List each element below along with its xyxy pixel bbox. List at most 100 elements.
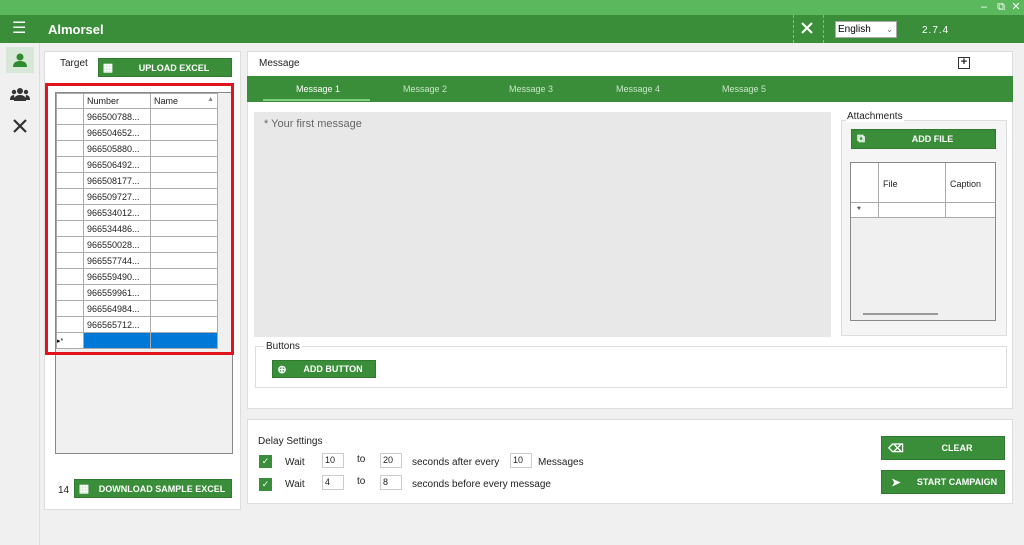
row-header[interactable]: [56, 284, 84, 301]
delay-before-checkbox[interactable]: ✓: [259, 478, 272, 491]
cell-number[interactable]: 966559961...: [83, 284, 151, 301]
target-panel: Target ▦ UPLOAD EXCEL Number Name ▲ 966500…: [44, 51, 241, 510]
column-header-number[interactable]: Number: [83, 93, 151, 109]
tab-message-3[interactable]: Message 3: [509, 84, 553, 94]
table-row[interactable]: 966534486...: [56, 220, 218, 237]
cell-number[interactable]: 966534012...: [83, 204, 151, 221]
cell-name[interactable]: [150, 252, 218, 269]
cell-name[interactable]: [150, 220, 218, 237]
cell-number[interactable]: 966500788...: [83, 108, 151, 125]
cell-name[interactable]: [150, 124, 218, 141]
row-header[interactable]: [56, 172, 84, 189]
cell-number[interactable]: 966505880...: [83, 140, 151, 157]
row-header[interactable]: [56, 188, 84, 205]
row-header[interactable]: [56, 236, 84, 253]
cell-number[interactable]: 966509727...: [83, 188, 151, 205]
cell-number[interactable]: 966565712...: [83, 316, 151, 333]
delay-after-min-input[interactable]: 10: [322, 453, 344, 468]
cell-number[interactable]: 966534486...: [83, 220, 151, 237]
cell-name[interactable]: [150, 188, 218, 205]
tab-message-5[interactable]: Message 5: [722, 84, 766, 94]
table-row[interactable]: 966559961...: [56, 284, 218, 301]
row-header[interactable]: [56, 204, 84, 221]
table-row[interactable]: 966564984...: [56, 300, 218, 317]
column-header-name[interactable]: Name ▲: [150, 93, 218, 109]
cell-name[interactable]: [150, 268, 218, 285]
language-select[interactable]: English ⌄: [835, 21, 897, 38]
row-header[interactable]: [56, 220, 84, 237]
cell-name[interactable]: [150, 300, 218, 317]
table-row[interactable]: 966557744...: [56, 252, 218, 269]
target-grid[interactable]: Number Name ▲ 966500788... 966504652... 966…: [55, 92, 233, 454]
horizontal-scrollbar[interactable]: [863, 313, 938, 315]
cell-name[interactable]: [150, 140, 218, 157]
add-button-button[interactable]: ⊕ ADD BUTTON: [272, 360, 376, 378]
row-header[interactable]: [56, 316, 84, 333]
row-header[interactable]: [56, 140, 84, 157]
hamburger-menu-icon[interactable]: ☰: [12, 21, 26, 37]
row-header[interactable]: [56, 268, 84, 285]
column-header-caption[interactable]: Caption: [950, 179, 981, 189]
table-row[interactable]: 966565712...: [56, 316, 218, 333]
cell-name[interactable]: [150, 332, 218, 349]
minimize-button[interactable]: –: [976, 0, 992, 14]
row-header[interactable]: [56, 124, 84, 141]
table-row[interactable]: 966500788...: [56, 108, 218, 125]
group-users-icon[interactable]: [6, 81, 34, 107]
cell-number[interactable]: 966550028...: [83, 236, 151, 253]
delay-after-checkbox[interactable]: ✓: [259, 455, 272, 468]
row-header[interactable]: [56, 252, 84, 269]
cell-name[interactable]: [150, 316, 218, 333]
table-row[interactable]: 966506492...: [56, 156, 218, 173]
messages-count-input[interactable]: 10: [510, 453, 532, 468]
cell-name[interactable]: [150, 284, 218, 301]
add-file-button[interactable]: ⧉ ADD FILE: [851, 129, 996, 149]
cell-number[interactable]: 966564984...: [83, 300, 151, 317]
table-row[interactable]: 966534012...: [56, 204, 218, 221]
cell-name[interactable]: [150, 204, 218, 221]
cell-number[interactable]: 966557744...: [83, 252, 151, 269]
start-campaign-button[interactable]: ➤ START CAMPAIGN: [881, 470, 1005, 494]
message-textarea[interactable]: * Your first message: [254, 112, 831, 337]
tools-icon[interactable]: [799, 20, 815, 41]
restore-button[interactable]: ⧉: [993, 0, 1009, 14]
cell-number[interactable]: 966504652...: [83, 124, 151, 141]
tab-message-1[interactable]: Message 1: [296, 84, 340, 94]
delay-after-max-input[interactable]: 20: [380, 453, 402, 468]
delay-before-max-input[interactable]: 8: [380, 475, 402, 490]
attachments-grid[interactable]: File Caption *: [850, 162, 996, 321]
close-button[interactable]: ✕: [1008, 0, 1024, 14]
single-user-icon[interactable]: [6, 47, 34, 73]
row-header[interactable]: [56, 156, 84, 173]
table-row[interactable]: 966505880...: [56, 140, 218, 157]
excel-icon: ▦: [102, 62, 114, 74]
upload-excel-button[interactable]: ▦ UPLOAD EXCEL: [98, 58, 232, 77]
table-row[interactable]: 966559490...: [56, 268, 218, 285]
cell-name[interactable]: [150, 236, 218, 253]
cell-name[interactable]: [150, 108, 218, 125]
download-sample-excel-button[interactable]: ▦ DOWNLOAD SAMPLE EXCEL: [74, 479, 232, 498]
cell-number[interactable]: 966506492...: [83, 156, 151, 173]
row-header[interactable]: [56, 108, 84, 125]
column-header-file[interactable]: File: [883, 179, 898, 189]
table-row[interactable]: 966504652...: [56, 124, 218, 141]
tools-icon[interactable]: [6, 113, 34, 139]
cell-name[interactable]: [150, 172, 218, 189]
table-new-row[interactable]: ▸*: [56, 332, 218, 349]
cell-number[interactable]: 966559490...: [83, 268, 151, 285]
table-row[interactable]: 966550028...: [56, 236, 218, 253]
table-row[interactable]: 966509727...: [56, 188, 218, 205]
add-button-label: ADD BUTTON: [303, 364, 363, 374]
attachments-new-row[interactable]: *: [851, 203, 995, 218]
delay-before-min-input[interactable]: 4: [322, 475, 344, 490]
plus-square-icon[interactable]: +: [958, 57, 970, 69]
seconds-after-label: seconds after every: [412, 457, 500, 468]
cell-number[interactable]: 966508177...: [83, 172, 151, 189]
table-row[interactable]: 966508177...: [56, 172, 218, 189]
cell-number[interactable]: [83, 332, 151, 349]
tab-message-4[interactable]: Message 4: [616, 84, 660, 94]
row-header[interactable]: [56, 300, 84, 317]
tab-message-2[interactable]: Message 2: [403, 84, 447, 94]
cell-name[interactable]: [150, 156, 218, 173]
clear-button[interactable]: ⌫ CLEAR: [881, 436, 1005, 460]
